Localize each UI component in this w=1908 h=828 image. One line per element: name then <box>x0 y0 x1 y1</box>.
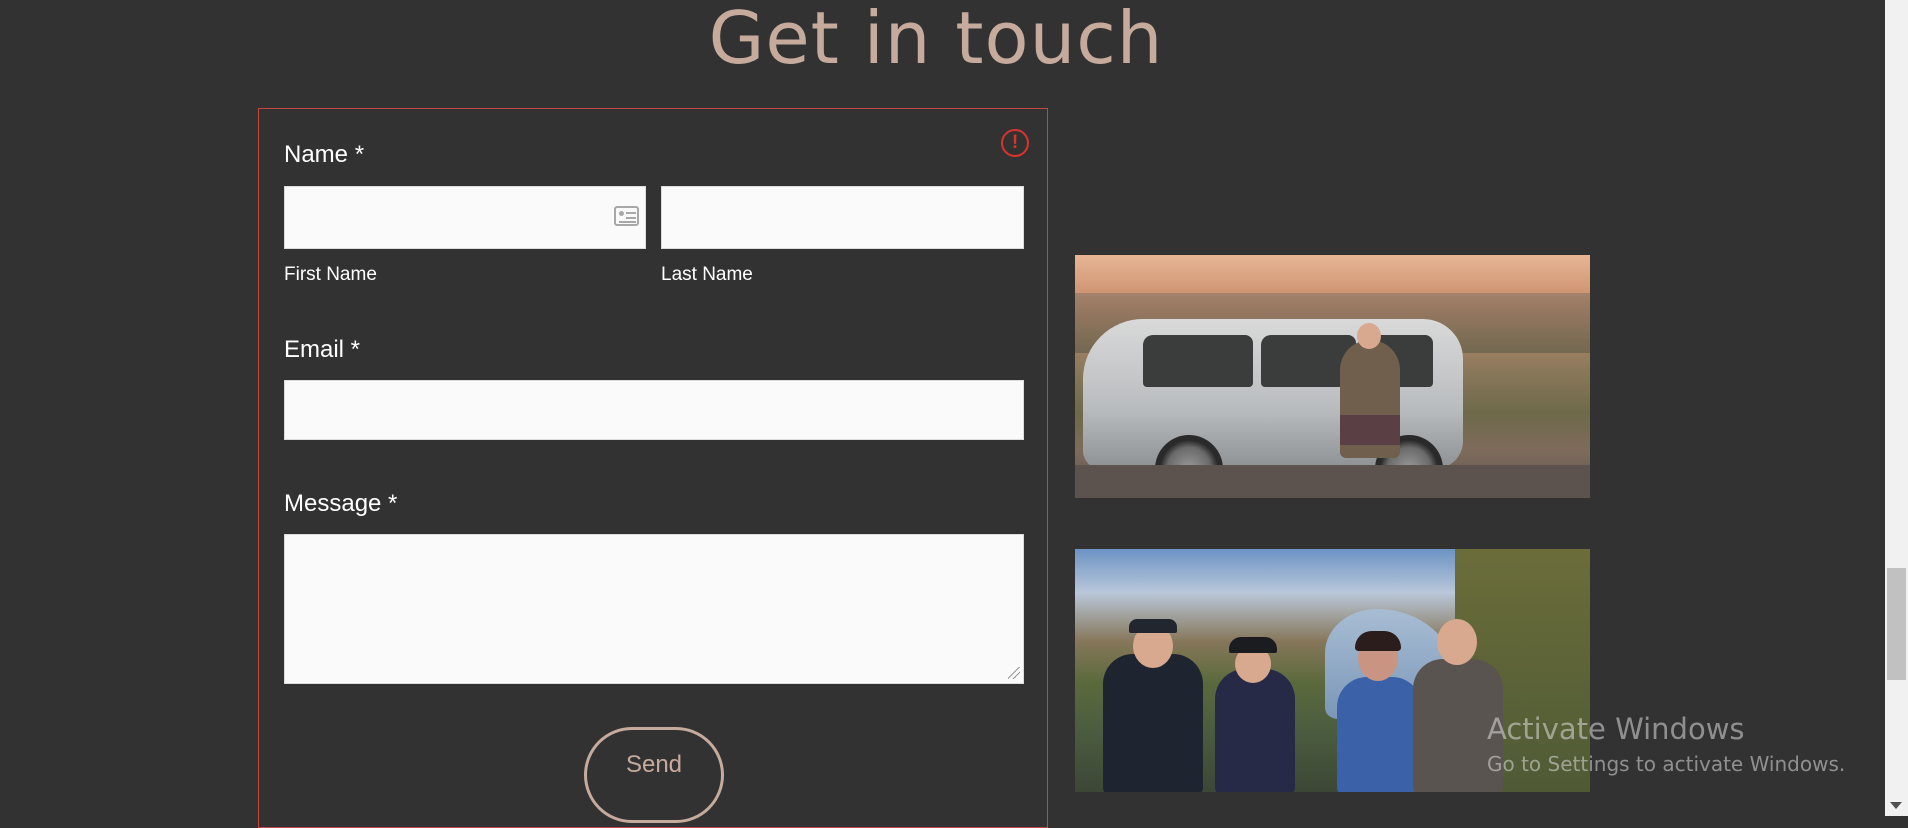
last-name-label: Last Name <box>661 264 753 285</box>
exclamation-circle-icon: ! <box>1001 129 1029 157</box>
message-label: Message * <box>284 490 398 517</box>
contact-card-icon[interactable] <box>614 206 639 226</box>
email-input[interactable] <box>284 380 1024 440</box>
scrollbar-track[interactable] <box>1885 0 1908 816</box>
send-button[interactable]: Send <box>584 727 724 823</box>
activate-windows-subtitle: Go to Settings to activate Windows. <box>1487 752 1846 776</box>
first-name-input[interactable] <box>284 186 646 249</box>
activate-windows-title: Activate Windows <box>1487 712 1745 746</box>
van-photo <box>1075 255 1590 498</box>
email-label: Email * <box>284 336 361 363</box>
first-name-label: First Name <box>284 264 377 285</box>
scroll-down-arrow-icon[interactable] <box>1890 802 1902 809</box>
message-textarea[interactable] <box>284 534 1024 684</box>
scrollbar-thumb[interactable] <box>1887 568 1906 680</box>
send-button-label: Send <box>625 751 683 778</box>
last-name-input[interactable] <box>661 186 1024 249</box>
page-title: Get in touch <box>708 0 1164 80</box>
resize-handle-icon[interactable] <box>1008 667 1020 679</box>
name-label: Name * <box>284 141 365 168</box>
